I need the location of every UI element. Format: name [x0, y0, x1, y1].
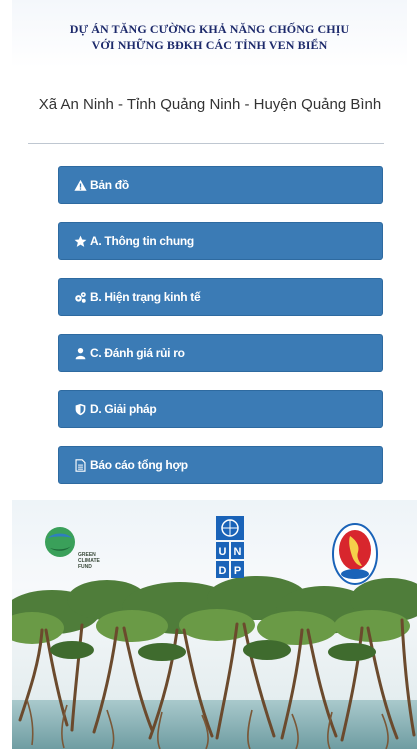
star-icon: [74, 235, 87, 248]
economic-status-button-label: B. Hiện trạng kinh tế: [90, 290, 201, 304]
undp-letter: P: [234, 565, 241, 577]
undp-logo: U N D P: [216, 516, 244, 583]
solutions-button[interactable]: D. Giải pháp: [58, 390, 383, 428]
user-icon: [74, 347, 87, 360]
gcf-text-line: FUND: [78, 564, 92, 570]
map-button[interactable]: Bản đồ: [58, 166, 383, 204]
gears-icon: [74, 291, 87, 304]
project-title: DỰ ÁN TĂNG CƯỜNG KHẢ NĂNG CHỐNG CHỊU VỚI…: [12, 0, 407, 53]
partner-banner: GREEN CLIMATE FUND U N D P: [12, 500, 417, 749]
green-climate-fund-text: GREEN CLIMATE FUND: [78, 552, 100, 570]
economic-status-button[interactable]: B. Hiện trạng kinh tế: [58, 278, 383, 316]
project-title-line-1: DỰ ÁN TĂNG CƯỜNG KHẢ NĂNG CHỐNG CHỊU: [69, 22, 350, 36]
summary-report-button-label: Báo cáo tổng hợp: [90, 458, 188, 472]
shield-icon: [74, 403, 87, 416]
map-button-label: Bản đồ: [90, 178, 129, 192]
solutions-button-label: D. Giải pháp: [90, 402, 157, 416]
general-info-button[interactable]: A. Thông tin chung: [58, 222, 383, 260]
summary-report-button[interactable]: Báo cáo tổng hợp: [58, 446, 383, 484]
undp-letter: N: [234, 546, 242, 558]
risk-assessment-button[interactable]: C. Đánh giá rủi ro: [58, 334, 383, 372]
general-info-button-label: A. Thông tin chung: [90, 234, 194, 248]
project-title-line-2: VỚI NHỮNG BĐKH CÁC TỈNH VEN BIỂN: [91, 38, 328, 52]
warning-icon: [74, 179, 87, 192]
undp-letter: U: [219, 546, 227, 558]
document-icon: [74, 458, 87, 472]
divider: [28, 143, 384, 144]
green-climate-fund-logo: [44, 526, 76, 563]
main-menu: Bản đồ A. Thông tin chung B. Hiện trạng …: [58, 166, 383, 502]
government-seal-logo: [332, 522, 378, 591]
risk-assessment-button-label: C. Đánh giá rủi ro: [90, 346, 185, 360]
undp-letter: D: [219, 565, 227, 577]
location-title: Xã An Ninh - Tỉnh Quảng Ninh - Huyện Quả…: [38, 96, 382, 113]
project-header: DỰ ÁN TĂNG CƯỜNG KHẢ NĂNG CHỐNG CHỊU VỚI…: [12, 0, 407, 68]
